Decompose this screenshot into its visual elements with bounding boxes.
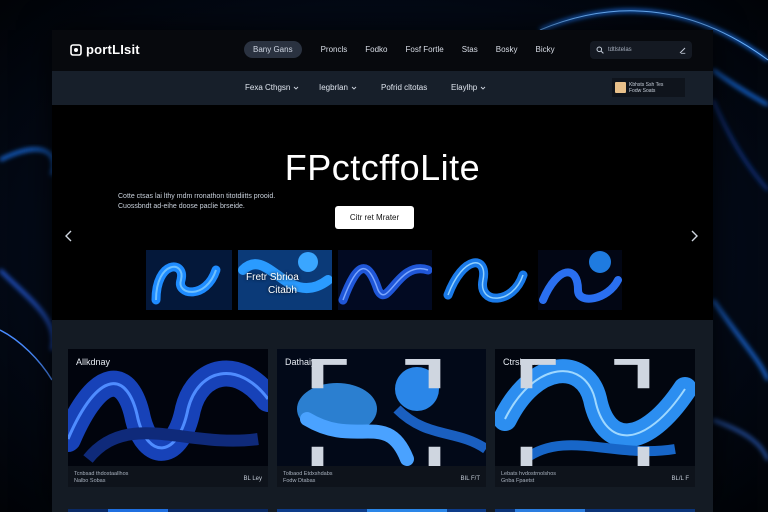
gallery-card[interactable]: Allkdnay Tcnbsad thdostaallhos Nalbo Sob… [68,349,268,487]
card-count: BL Ley [243,476,262,482]
gallery-section: Allkdnay Tcnbsad thdostaallhos Nalbo Sob… [52,320,713,512]
card-count: BIL F/T [460,476,480,482]
dropdown-label: Elaylhp [451,83,478,92]
expand-icon[interactable] [277,359,476,466]
user-profile[interactable]: Kbhsts Ssh Tes Fodw Soats [612,78,685,97]
chevron-down-icon [480,86,486,90]
thumbnail-caption: Citabh [268,285,297,296]
slash-shortcut-icon [679,47,686,54]
profile-subtitle: Fodw Soats [629,87,656,94]
dropdown-label: Iegbrlan [319,83,348,92]
card-meta-line: Tcnbsad thdostaallhos [74,471,129,477]
dropdown-label: Pofrid cltotas [381,83,428,92]
dropdown-elaylhp[interactable]: Elaylhp [451,83,486,92]
abstract-swirl-image [338,250,432,310]
logo[interactable]: portLIsit [70,42,140,57]
thumbnail-2[interactable]: Fretr Sbrioa Citabh [238,250,332,310]
nav-item-bosky[interactable]: Bosky [496,45,518,54]
dropdown-iegbrlan[interactable]: Iegbrlan [319,83,357,92]
hero-title: FPctcffoLite [284,147,481,188]
card-meta-line: Nalbo Sobas [74,478,106,484]
chevron-down-icon [351,86,357,90]
card-count: BL/L F [671,476,689,482]
nav-item-bicky[interactable]: Bicky [536,45,555,54]
gallery-card[interactable]: Ctrshom Lebats hvdostrnolshos Gnba Fpaet… [495,349,695,487]
thumbnail-1[interactable] [146,250,232,310]
thumbnail-caption: Fretr Sbrioa [246,272,299,283]
chevron-left-icon [65,230,72,242]
abstract-swirl-image [438,250,532,310]
search-icon [596,46,604,54]
thumbnail-4[interactable] [438,250,532,310]
app-window: portLIsit Bany Gans Proncls Fodko Fosf F… [52,30,713,512]
nav-item-bany-gans[interactable]: Bany Gans [244,41,302,58]
chevron-down-icon [294,86,299,90]
gallery-card-partial[interactable] [277,504,486,512]
thumbnail-3[interactable] [338,250,432,310]
card-image: Allkdnay [68,349,268,466]
chevron-right-icon [691,230,698,242]
dropdown-fexa-cthgsn[interactable]: Fexa Cthgsn [245,83,299,92]
abstract-swirl-image [538,250,622,310]
logo-icon [70,43,82,56]
hero-section: FPctcffoLite Cotte ctsas lai lthy mdm rr… [52,105,713,320]
top-navigation-bar: portLIsit Bany Gans Proncls Fodko Fosf F… [52,30,713,71]
abstract-swirl-image [146,250,232,310]
hero-description-line: Cuossbndt ad-eihe doose paclie brseide. [118,203,245,210]
search-input[interactable]: tdtlstelas [608,47,675,53]
card-image: Ctrshom [495,349,695,466]
nav-item-fodko[interactable]: Fodko [365,45,387,54]
filter-bar: Fexa Cthgsn Iegbrlan Pofrid cltotas Elay… [52,71,713,105]
hero-description-line: Cotte ctsas lai lthy mdm rronathon titot… [118,193,276,200]
nav-item-fosf-fortle[interactable]: Fosf Fortle [406,45,444,54]
avatar [615,82,626,93]
hero-description: Cotte ctsas lai lthy mdm rronathon titot… [118,192,328,212]
cta-button[interactable]: Citr ret Mrater [335,206,414,229]
card-meta-line: Tolbaod Etdxshdabs [283,471,333,477]
search-box[interactable]: tdtlstelas [590,41,692,59]
gallery-card-partial[interactable] [68,504,268,512]
dropdown-pofrid-cltotas[interactable]: Pofrid cltotas [381,83,427,92]
thumbnail-5[interactable] [538,250,622,310]
card-meta-line: Lebats hvdostrnolshos [501,471,557,477]
gallery-card-partial[interactable] [495,504,695,512]
card-meta-line: Gnba Fpaetst [501,478,535,484]
gallery-card[interactable]: Dathaiy Tolbaod Etdxshdabs Fodw Dtabas B… [277,349,486,487]
expand-icon[interactable] [495,359,685,466]
carousel-next-button[interactable] [688,229,700,243]
card-meta-line: Fodw Dtabas [283,478,316,484]
dropdown-label: Fexa Cthgsn [245,83,291,92]
main-nav: Bany Gans Proncls Fodko Fosf Fortle Stas… [244,41,573,58]
logo-text: portLIsit [86,42,140,57]
card-image: Dathaiy [277,349,486,466]
carousel-prev-button[interactable] [63,229,75,243]
card-title: Allkdnay [76,357,111,367]
nav-item-stas[interactable]: Stas [462,45,478,54]
nav-item-proncls[interactable]: Proncls [321,45,348,54]
